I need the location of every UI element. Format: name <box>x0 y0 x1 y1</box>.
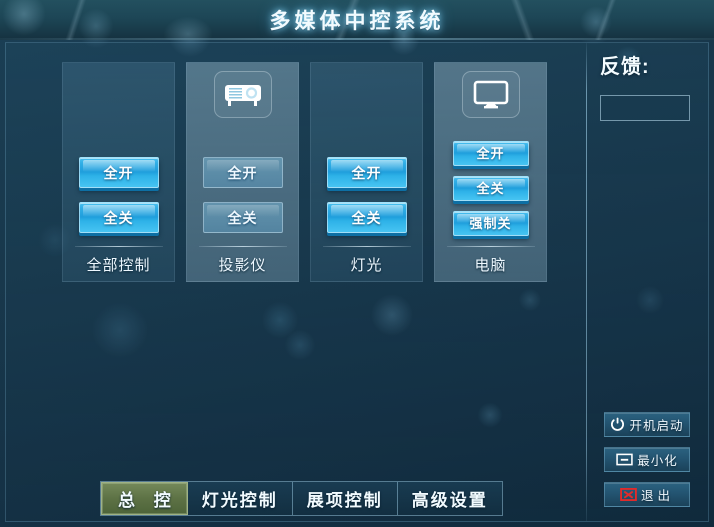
projector-power-on-button[interactable]: 全开 <box>202 157 283 188</box>
minimize-button-label: 最小化 <box>637 454 678 468</box>
panel-button-group: 全开 全关 全部控制 <box>63 157 174 281</box>
bottom-tab-bar: 总 控 灯光控制 展项控制 高级设置 <box>100 481 503 516</box>
panel-icon-placeholder <box>90 71 148 118</box>
device-panel-computer: 全开 全关 强制关 电脑 <box>434 62 547 282</box>
panel-icon-placeholder <box>338 71 396 118</box>
panel-button-group: 全开 全关 投影仪 <box>187 157 298 281</box>
system-button-group: 开机启动 最小化 退出 <box>604 412 690 507</box>
projector-icon <box>223 82 263 108</box>
app-window: 多媒体中控系统 全开 全关 全部控制 全开 全关 投影仪 全开 全关 灯光 全开… <box>0 0 714 527</box>
panel-button-group: 全开 全关 灯光 <box>311 157 422 281</box>
title-bar: 多媒体中控系统 <box>0 0 714 40</box>
tab-advanced-settings[interactable]: 高级设置 <box>397 482 502 515</box>
panel-label-all: 全部控制 <box>86 256 151 274</box>
all-power-off-button[interactable]: 全关 <box>78 202 159 233</box>
feedback-input[interactable] <box>600 95 690 121</box>
tab-light-control[interactable]: 灯光控制 <box>187 482 293 515</box>
all-power-on-button[interactable]: 全开 <box>78 157 159 188</box>
monitor-icon <box>472 80 510 110</box>
panel-button-group: 全开 全关 强制关 电脑 <box>435 141 546 281</box>
exit-button-label: 退出 <box>640 489 674 503</box>
projector-icon-box <box>213 71 272 118</box>
device-panel-group: 全开 全关 全部控制 全开 全关 投影仪 全开 全关 灯光 全开 全关 强制关 … <box>62 62 547 282</box>
power-icon <box>610 417 625 432</box>
computer-power-on-button[interactable]: 全开 <box>452 141 529 166</box>
computer-power-off-button[interactable]: 全关 <box>452 176 529 201</box>
startup-button[interactable]: 开机启动 <box>604 412 690 437</box>
device-panel-all: 全开 全关 全部控制 <box>62 62 175 282</box>
window-title: 多媒体中控系统 <box>269 10 445 33</box>
tab-exhibit-control[interactable]: 展项控制 <box>292 482 398 515</box>
device-panel-projector: 全开 全关 投影仪 <box>186 62 299 282</box>
minimize-icon <box>616 453 633 466</box>
lights-power-on-button[interactable]: 全开 <box>326 157 407 188</box>
close-icon <box>620 488 637 501</box>
tab-master-control[interactable]: 总 控 <box>101 482 188 515</box>
computer-force-off-button[interactable]: 强制关 <box>452 211 529 236</box>
panel-label-projector: 投影仪 <box>218 256 267 274</box>
startup-button-label: 开机启动 <box>629 419 684 433</box>
projector-power-off-button[interactable]: 全关 <box>202 202 283 233</box>
device-panel-lights: 全开 全关 灯光 <box>310 62 423 282</box>
monitor-icon-box <box>461 71 520 118</box>
minimize-button[interactable]: 最小化 <box>604 447 690 472</box>
vertical-divider <box>586 43 587 521</box>
panel-label-computer: 电脑 <box>474 256 507 274</box>
feedback-label: 反馈: <box>600 56 650 78</box>
panel-label-lights: 灯光 <box>350 256 383 274</box>
lights-power-off-button[interactable]: 全关 <box>326 202 407 233</box>
exit-button[interactable]: 退出 <box>604 482 690 507</box>
